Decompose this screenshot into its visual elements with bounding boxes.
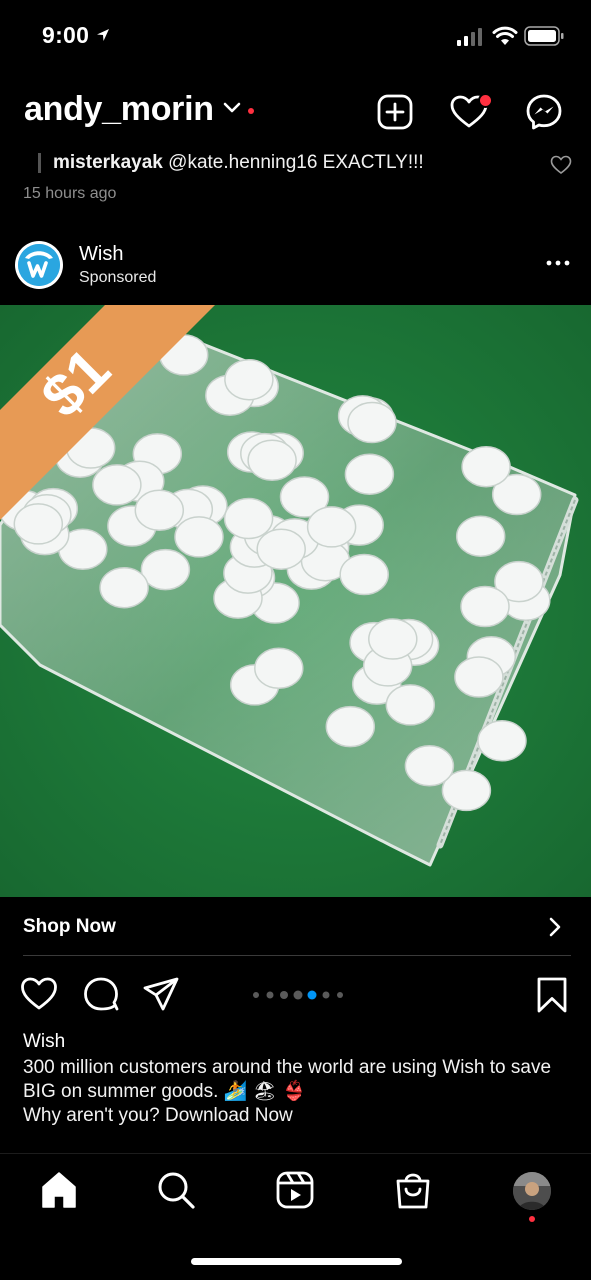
caption-text: 300 million customers around the world a… — [23, 1056, 573, 1128]
tablet — [247, 439, 297, 482]
battery-icon — [524, 26, 564, 46]
comment-preview[interactable]: misterkayak @kate.henning16 EXACTLY!!! — [53, 152, 424, 174]
shop-divider — [23, 955, 571, 956]
tablet — [339, 553, 389, 596]
tablet — [92, 464, 142, 506]
tablet — [477, 720, 527, 762]
chevron-right-icon[interactable] — [545, 917, 565, 937]
reels-icon[interactable] — [275, 1170, 315, 1210]
tablet — [460, 585, 510, 628]
shop-now-button[interactable]: Shop Now — [23, 916, 116, 938]
post-username[interactable]: Wish — [79, 243, 123, 266]
account-notification-dot — [248, 108, 254, 114]
like-heart-icon[interactable] — [20, 976, 58, 1012]
caption-username[interactable]: Wish — [23, 1031, 65, 1053]
profile-notification-dot — [529, 1216, 535, 1222]
cellular-signal-icon — [457, 28, 482, 46]
tablet — [306, 506, 357, 548]
status-time: 9:00 — [42, 22, 111, 49]
tablet — [99, 566, 149, 609]
bookmark-icon[interactable] — [535, 976, 569, 1014]
carousel-dot — [280, 991, 288, 999]
messenger-icon[interactable] — [525, 93, 563, 131]
carousel-dot — [337, 992, 343, 998]
carousel-dot — [293, 990, 303, 1000]
tablet — [344, 453, 395, 495]
tablet — [140, 548, 191, 591]
product-photo: $1 — [0, 305, 591, 897]
caption-line-2: Why aren't you? Download Now — [23, 1105, 293, 1126]
carousel-dot — [266, 991, 274, 999]
tablet — [223, 497, 274, 540]
tablet — [454, 656, 504, 698]
tablet — [404, 745, 455, 787]
tablet — [174, 516, 224, 558]
new-post-icon[interactable] — [377, 94, 413, 130]
tablet — [368, 618, 418, 660]
home-icon[interactable] — [39, 1170, 79, 1210]
tablet — [347, 401, 397, 444]
tablet — [256, 528, 306, 570]
carousel-dot — [307, 990, 317, 1000]
tablet — [385, 684, 436, 726]
account-name[interactable]: andy_morin — [24, 90, 214, 129]
tablet — [13, 503, 64, 545]
home-indicator[interactable] — [191, 1258, 402, 1265]
shop-icon[interactable] — [393, 1170, 433, 1210]
wish-logo-icon — [18, 244, 60, 286]
comment-thread-line — [38, 153, 41, 173]
tablet — [455, 515, 506, 557]
tablet — [461, 445, 511, 488]
post-image[interactable]: $1 — [0, 305, 591, 897]
tablet — [134, 489, 185, 532]
location-arrow-icon — [95, 22, 111, 49]
search-icon[interactable] — [156, 1170, 196, 1210]
tab-bar-divider — [0, 1153, 591, 1154]
comment-username[interactable]: misterkayak — [53, 152, 163, 173]
wifi-icon — [492, 26, 518, 45]
chevron-down-icon[interactable] — [222, 100, 242, 116]
comment-icon[interactable] — [82, 976, 120, 1012]
tablet — [224, 358, 274, 401]
profile-avatar[interactable] — [513, 1172, 551, 1210]
wish-avatar[interactable] — [18, 244, 60, 286]
comment-like-heart-icon[interactable] — [550, 155, 572, 175]
tablet — [254, 647, 304, 690]
more-options-icon[interactable] — [545, 253, 571, 273]
share-icon[interactable] — [142, 976, 180, 1012]
comment-body: @kate.henning16 EXACTLY!!! — [168, 152, 424, 173]
carousel-dot — [322, 991, 330, 999]
profile-photo — [513, 1172, 551, 1210]
tablet — [325, 705, 376, 748]
activity-notification-dot — [478, 93, 493, 108]
carousel-dot — [253, 992, 259, 998]
sponsored-label: Sponsored — [79, 269, 157, 286]
caption-line-1: 300 million customers around the world a… — [23, 1057, 552, 1102]
comment-timestamp: 15 hours ago — [23, 185, 117, 202]
carousel-indicator — [253, 990, 343, 1000]
